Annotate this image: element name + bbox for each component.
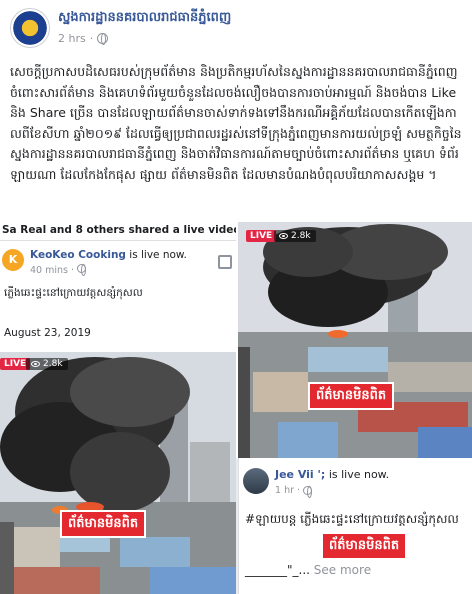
fire-scene-left: LIVE 2.8k ព័ត៌មានមិនពិត (0, 352, 236, 594)
see-more-link[interactable]: See more (314, 563, 371, 577)
keokeo-status: is live now. (129, 249, 187, 261)
thumbs-up-icon (218, 255, 232, 269)
post-header: ស្នងការដ្ឋាននគរបាលរាជធានីភ្នំពេញ 2 hrs · (0, 0, 472, 56)
jee-vii-more: _______"_... See more (245, 563, 371, 577)
photo-right[interactable]: LIVE 2.8k ព័ត៌មានមិនពិត (236, 222, 472, 458)
photo-grid: Sa Real and 8 others shared a live video… (0, 222, 472, 594)
post-time[interactable]: 2 hrs (58, 32, 86, 45)
jee-vii-avatar (243, 468, 269, 494)
jee-vii-time: 1 hr · (275, 485, 301, 496)
globe-icon (97, 33, 109, 45)
jee-vii-name: Jee Vii '; (275, 468, 326, 481)
eye-icon (279, 233, 288, 239)
post-body-text: សេចក្តីប្រកាសបដិសេធរបស់ក្រុមព័ត៌មាន និងប… (10, 64, 462, 182)
keokeo-name: KeoKeo Cooking (30, 249, 126, 261)
globe-icon (77, 264, 87, 276)
live-badge-right: LIVE (246, 230, 277, 242)
keokeo-caption: ភ្លើងឆេះផ្ទះនៅក្រោយវត្តសន្សំកុសល (4, 287, 143, 299)
fire-scene-right: LIVE 2.8k ព័ត៌មានមិនពិត (238, 222, 472, 458)
shared-live-line: Sa Real and 8 others shared a live video… (0, 222, 236, 240)
viewer-count-left: 2.8k (26, 358, 68, 370)
jee-vii-status: is live now. (328, 468, 390, 481)
live-video-card: K KeoKeo Cooking is live now. 40 mins · … (0, 240, 236, 352)
page-avatar[interactable] (10, 8, 50, 48)
fire-scene-right-graphic (238, 222, 472, 458)
jee-vii-meta: 1 hr · (275, 485, 313, 498)
keokeo-date: August 23, 2019 (4, 327, 91, 339)
jee-vii-live-card[interactable]: Jee Vii '; is live now. 1 hr · #ឡាយបន្ត … (238, 458, 472, 594)
jee-vii-title: Jee Vii '; is live now. (275, 468, 389, 481)
post-meta: 2 hrs · (58, 32, 109, 45)
globe-icon (303, 486, 313, 498)
viewer-count-left-value: 2.8k (43, 359, 63, 369)
eye-icon (31, 361, 40, 367)
viewer-count-right: 2.8k (274, 230, 316, 242)
keokeo-title: KeoKeo Cooking is live now. (30, 249, 187, 261)
keokeo-time: 40 mins · (30, 265, 78, 276)
fake-news-stamp-right: ព័ត៌មានមិនពិត (308, 382, 395, 410)
meta-separator: · (89, 32, 94, 45)
viewer-count-right-value: 2.8k (291, 231, 311, 241)
keokeo-avatar: K (2, 249, 24, 271)
keokeo-meta: 40 mins · (30, 264, 87, 276)
photo-right-column: LIVE 2.8k ព័ត៌មានមិនពិត Jee Vii '; is li… (236, 222, 472, 594)
jee-vii-trail: _______"_... (245, 563, 310, 577)
photo-left[interactable]: Sa Real and 8 others shared a live video… (0, 222, 236, 594)
jee-vii-caption: #ឡាយបន្ត ភ្លើងឆេះផ្ទះនៅក្រោយវត្តសន្សំកុស… (245, 512, 459, 526)
page-name-link[interactable]: ស្នងការដ្ឋាននគរបាលរាជធានីភ្នំពេញ (58, 9, 231, 28)
fire-scene-left-graphic (0, 352, 236, 594)
fake-news-stamp-card: ព័ត៌មានមិនពិត (321, 532, 408, 560)
fake-news-stamp-left: ព័ត៌មានមិនពិត (60, 510, 147, 538)
